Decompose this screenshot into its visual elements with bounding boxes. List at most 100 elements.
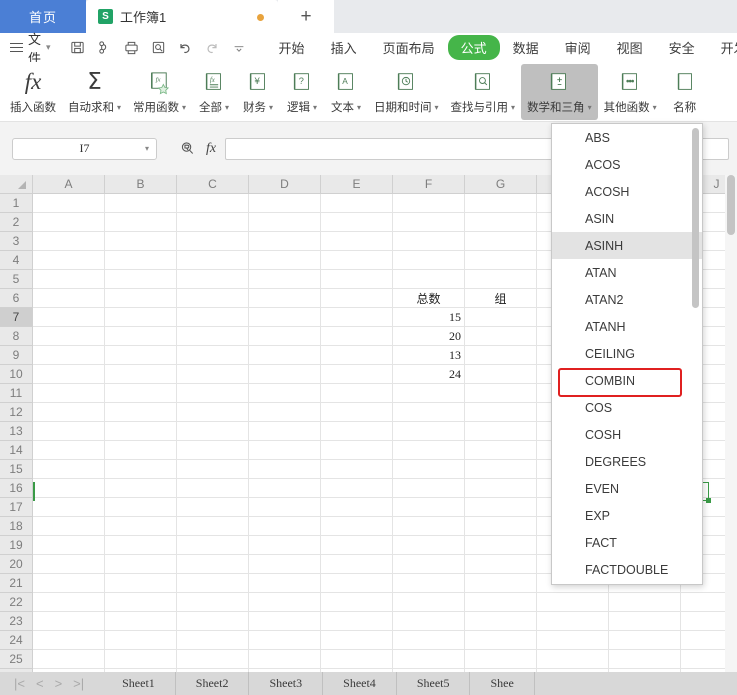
cell-F25[interactable]: [393, 650, 465, 669]
cell-C19[interactable]: [177, 536, 249, 555]
cell-B7[interactable]: [105, 308, 177, 327]
cell-I24[interactable]: [609, 631, 681, 650]
cell-G16[interactable]: [465, 479, 537, 498]
cell-D22[interactable]: [249, 593, 321, 612]
menu-item-ceiling[interactable]: CEILING: [552, 340, 702, 367]
cell-D17[interactable]: [249, 498, 321, 517]
cell-C1[interactable]: [177, 194, 249, 213]
sheet-tab-shee[interactable]: Shee: [470, 672, 535, 695]
sheet-tab-sheet2[interactable]: Sheet2: [176, 672, 250, 695]
cell-C16[interactable]: [177, 479, 249, 498]
cell-C20[interactable]: [177, 555, 249, 574]
cell-A18[interactable]: [33, 517, 105, 536]
ribbon-tab-7[interactable]: 安全: [656, 35, 708, 60]
ribbon-tab-5[interactable]: 审阅: [552, 35, 604, 60]
cell-B20[interactable]: [105, 555, 177, 574]
cell-A4[interactable]: [33, 251, 105, 270]
row-header-8[interactable]: 8: [0, 327, 33, 346]
cell-D16[interactable]: [249, 479, 321, 498]
cell-A2[interactable]: [33, 213, 105, 232]
ribbon-tab-0[interactable]: 开始: [266, 35, 318, 60]
cell-A12[interactable]: [33, 403, 105, 422]
search-icon[interactable]: [179, 140, 196, 157]
column-header-C[interactable]: C: [177, 175, 249, 194]
cell-F18[interactable]: [393, 517, 465, 536]
cell-E22[interactable]: [321, 593, 393, 612]
cell-C5[interactable]: [177, 270, 249, 289]
cell-G10[interactable]: [465, 365, 537, 384]
cell-F19[interactable]: [393, 536, 465, 555]
cell-D3[interactable]: [249, 232, 321, 251]
cell-G15[interactable]: [465, 460, 537, 479]
cell-G3[interactable]: [465, 232, 537, 251]
cell-E19[interactable]: [321, 536, 393, 555]
ribbon-button-other-functions[interactable]: 其他函数 ▾: [598, 64, 663, 120]
cell-B5[interactable]: [105, 270, 177, 289]
cell-G18[interactable]: [465, 517, 537, 536]
cell-G2[interactable]: [465, 213, 537, 232]
cell-F4[interactable]: [393, 251, 465, 270]
cell-C14[interactable]: [177, 441, 249, 460]
row-header-9[interactable]: 9: [0, 346, 33, 365]
cell-G6[interactable]: 组: [465, 289, 537, 308]
cell-E5[interactable]: [321, 270, 393, 289]
row-header-12[interactable]: 12: [0, 403, 33, 422]
menu-item-atan2[interactable]: ATAN2: [552, 286, 702, 313]
cell-D18[interactable]: [249, 517, 321, 536]
cell-E21[interactable]: [321, 574, 393, 593]
cell-C13[interactable]: [177, 422, 249, 441]
cell-A25[interactable]: [33, 650, 105, 669]
cell-E2[interactable]: [321, 213, 393, 232]
cell-G4[interactable]: [465, 251, 537, 270]
cell-E17[interactable]: [321, 498, 393, 517]
cell-G23[interactable]: [465, 612, 537, 631]
cell-B14[interactable]: [105, 441, 177, 460]
cell-F20[interactable]: [393, 555, 465, 574]
menu-item-combin[interactable]: COMBIN: [552, 367, 702, 397]
cell-F8[interactable]: 20: [393, 327, 465, 346]
cell-C24[interactable]: [177, 631, 249, 650]
cell-F22[interactable]: [393, 593, 465, 612]
cell-D4[interactable]: [249, 251, 321, 270]
ribbon-tab-4[interactable]: 数据: [500, 35, 552, 60]
cell-C2[interactable]: [177, 213, 249, 232]
cell-B18[interactable]: [105, 517, 177, 536]
select-all-corner[interactable]: [0, 175, 33, 194]
cell-G17[interactable]: [465, 498, 537, 517]
cell-C11[interactable]: [177, 384, 249, 403]
cell-H24[interactable]: [537, 631, 609, 650]
row-header-17[interactable]: 17: [0, 498, 33, 517]
cell-B4[interactable]: [105, 251, 177, 270]
cell-E14[interactable]: [321, 441, 393, 460]
cell-C17[interactable]: [177, 498, 249, 517]
vertical-scrollbar-thumb[interactable]: [727, 175, 735, 235]
cell-G14[interactable]: [465, 441, 537, 460]
cell-F21[interactable]: [393, 574, 465, 593]
ribbon-button-date-time[interactable]: 日期和时间 ▾: [368, 64, 445, 120]
row-header-1[interactable]: 1: [0, 194, 33, 213]
ribbon-button-name-manager[interactable]: 名称: [663, 64, 707, 120]
cell-B16[interactable]: [105, 479, 177, 498]
cell-A3[interactable]: [33, 232, 105, 251]
row-header-6[interactable]: 6: [0, 289, 33, 308]
row-header-15[interactable]: 15: [0, 460, 33, 479]
cell-E20[interactable]: [321, 555, 393, 574]
save-icon[interactable]: [65, 37, 90, 59]
cell-F17[interactable]: [393, 498, 465, 517]
cell-E24[interactable]: [321, 631, 393, 650]
cell-F1[interactable]: [393, 194, 465, 213]
cell-E13[interactable]: [321, 422, 393, 441]
cell-A15[interactable]: [33, 460, 105, 479]
cell-F13[interactable]: [393, 422, 465, 441]
cell-D23[interactable]: [249, 612, 321, 631]
cell-F15[interactable]: [393, 460, 465, 479]
menu-item-asin[interactable]: ASIN: [552, 205, 702, 232]
cell-A23[interactable]: [33, 612, 105, 631]
cell-D13[interactable]: [249, 422, 321, 441]
cell-C18[interactable]: [177, 517, 249, 536]
menu-scrollbar-thumb[interactable]: [692, 128, 699, 308]
cell-B24[interactable]: [105, 631, 177, 650]
cell-I25[interactable]: [609, 650, 681, 669]
cell-D21[interactable]: [249, 574, 321, 593]
ribbon-button-common-functions[interactable]: fx 常用函数 ▾: [127, 64, 192, 120]
